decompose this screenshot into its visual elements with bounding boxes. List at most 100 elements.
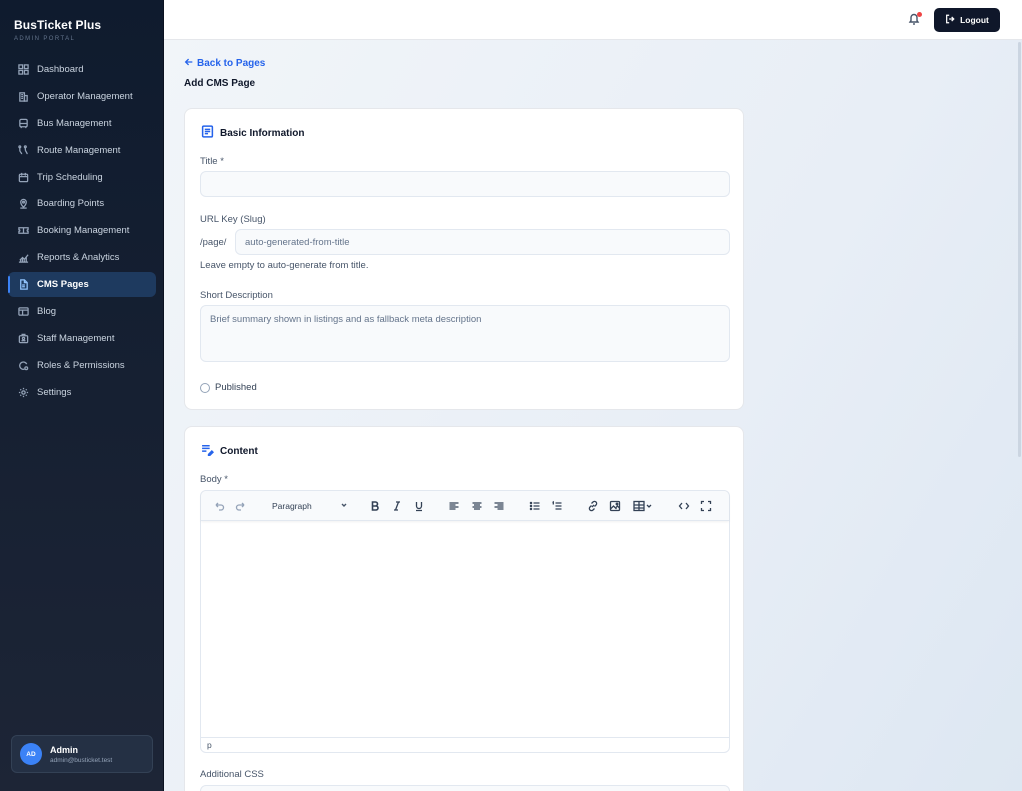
gear-icon <box>18 387 29 398</box>
undo-button[interactable] <box>212 499 226 513</box>
sidebar-item-reports-analytics[interactable]: Reports & Analytics <box>8 245 156 270</box>
document-icon <box>201 125 220 141</box>
dashboard-icon <box>18 64 29 75</box>
slug-hint: Leave empty to auto-generate from title. <box>200 260 369 271</box>
align-right-button[interactable] <box>492 499 506 513</box>
sidebar-item-boarding-points[interactable]: Boarding Points <box>8 191 156 216</box>
user-card[interactable]: AD Admin admin@busticket.test <box>11 735 153 773</box>
file-icon <box>18 279 29 290</box>
brand-title: BusTicket Plus <box>14 18 102 32</box>
building-icon <box>18 91 29 102</box>
ticket-icon <box>18 225 29 236</box>
arrow-left-icon <box>184 57 197 70</box>
align-center-icon <box>472 502 482 510</box>
table-button[interactable] <box>631 499 655 513</box>
published-radio[interactable] <box>200 382 210 393</box>
undo-icon <box>215 502 225 511</box>
sidebar-item-route-management[interactable]: Route Management <box>8 138 156 163</box>
notification-button[interactable] <box>908 12 922 28</box>
sidebar-item-label: Boarding Points <box>37 198 105 210</box>
sidebar-item-label: Reports & Analytics <box>37 252 120 264</box>
title-input[interactable] <box>200 171 730 197</box>
chart-icon <box>18 252 29 263</box>
sidebar-item-booking-management[interactable]: Booking Management <box>8 218 156 243</box>
align-right-icon <box>494 502 504 510</box>
sidebar-item-blog[interactable]: Blog <box>8 299 156 324</box>
fullscreen-button[interactable] <box>699 499 713 513</box>
sidebar-item-label: Booking Management <box>37 225 130 237</box>
sidebar-item-staff-management[interactable]: Staff Management <box>8 326 156 351</box>
sidebar-item-cms-pages[interactable]: CMS Pages <box>8 272 156 298</box>
shield-icon <box>18 360 29 371</box>
sidebar-item-bus-management[interactable]: Bus Management <box>8 111 156 136</box>
published-toggle[interactable]: Published <box>200 382 257 393</box>
slug-input[interactable]: auto-generated-from-title <box>235 229 730 255</box>
calendar-icon <box>18 172 29 183</box>
logout-label: Logout <box>960 15 989 25</box>
user-info: Admin admin@busticket.test <box>50 745 112 764</box>
heading-text: Basic Information <box>220 127 305 139</box>
user-name: Admin <box>50 744 78 755</box>
block-format-select[interactable]: Paragraph <box>268 499 348 513</box>
sidebar-item-label: Blog <box>37 306 57 318</box>
rich-text-editor[interactable]: Paragraph p <box>200 490 730 753</box>
redo-button[interactable] <box>234 499 248 513</box>
additional-css-input[interactable] <box>200 785 730 791</box>
notification-dot <box>917 12 922 17</box>
link-button[interactable] <box>586 499 600 513</box>
slug-label: URL Key (Slug) <box>200 214 266 225</box>
sidebar: BusTicket Plus ADMIN PORTAL Dashboard Op… <box>0 0 164 791</box>
back-to-pages-link[interactable]: Back to Pages <box>184 57 265 70</box>
published-label: Published <box>215 382 257 393</box>
heading-text: Content <box>220 445 258 457</box>
newspaper-icon <box>18 306 29 317</box>
scrollbar-thumb[interactable] <box>1018 42 1021 457</box>
sidebar-item-label: Route Management <box>37 144 121 156</box>
source-code-button[interactable] <box>677 499 691 513</box>
page-title: Add CMS Page <box>184 78 256 89</box>
bus-icon <box>18 118 29 129</box>
sidebar-item-label: Operator Management <box>37 90 133 102</box>
bullet-list-button[interactable] <box>528 499 542 513</box>
redo-icon <box>235 502 245 511</box>
sidebar-item-label: Trip Scheduling <box>37 171 103 183</box>
body-label: Body * <box>200 474 228 485</box>
align-center-button[interactable] <box>470 499 484 513</box>
italic-icon <box>394 501 400 511</box>
element-path[interactable]: p <box>207 740 212 750</box>
table-icon <box>633 500 652 512</box>
image-button[interactable] <box>608 499 622 513</box>
align-left-button[interactable] <box>447 499 461 513</box>
sidebar-item-trip-scheduling[interactable]: Trip Scheduling <box>8 165 156 190</box>
sidebar-item-operator-management[interactable]: Operator Management <box>8 84 156 109</box>
short-description-textarea[interactable]: Brief summary shown in listings and as f… <box>200 305 730 362</box>
topbar: Logout <box>164 0 1022 40</box>
sidebar-item-label: Roles & Permissions <box>37 359 125 371</box>
title-label: Title * <box>200 156 224 167</box>
sidebar-item-label: Staff Management <box>37 332 115 344</box>
brand[interactable]: BusTicket Plus ADMIN PORTAL <box>14 18 101 42</box>
bold-button[interactable] <box>368 499 382 513</box>
sidebar-item-label: Settings <box>37 386 72 398</box>
sidebar-item-dashboard[interactable]: Dashboard <box>8 57 156 82</box>
short-description-label: Short Description <box>200 290 273 301</box>
staff-icon <box>18 333 29 344</box>
code-icon <box>678 502 690 510</box>
back-label: Back to Pages <box>197 58 266 69</box>
route-icon <box>18 144 29 156</box>
content-heading: Content <box>201 443 258 459</box>
numbered-list-icon <box>552 500 562 510</box>
sidebar-item-roles-permissions[interactable]: Roles & Permissions <box>8 353 156 378</box>
sidebar-item-settings[interactable]: Settings <box>8 380 156 405</box>
avatar: AD <box>20 743 42 765</box>
sidebar-item-label: Bus Management <box>37 117 112 129</box>
italic-button[interactable] <box>390 499 404 513</box>
numbered-list-button[interactable] <box>550 499 564 513</box>
link-icon <box>588 500 598 512</box>
edit-lines-icon <box>201 443 220 459</box>
logout-button[interactable]: Logout <box>934 8 1000 32</box>
underline-button[interactable] <box>412 499 426 513</box>
content-card: Content Body * Paragraph p Additional CS… <box>184 426 744 791</box>
basic-information-heading: Basic Information <box>201 125 304 141</box>
editor-statusbar: p <box>201 737 729 752</box>
